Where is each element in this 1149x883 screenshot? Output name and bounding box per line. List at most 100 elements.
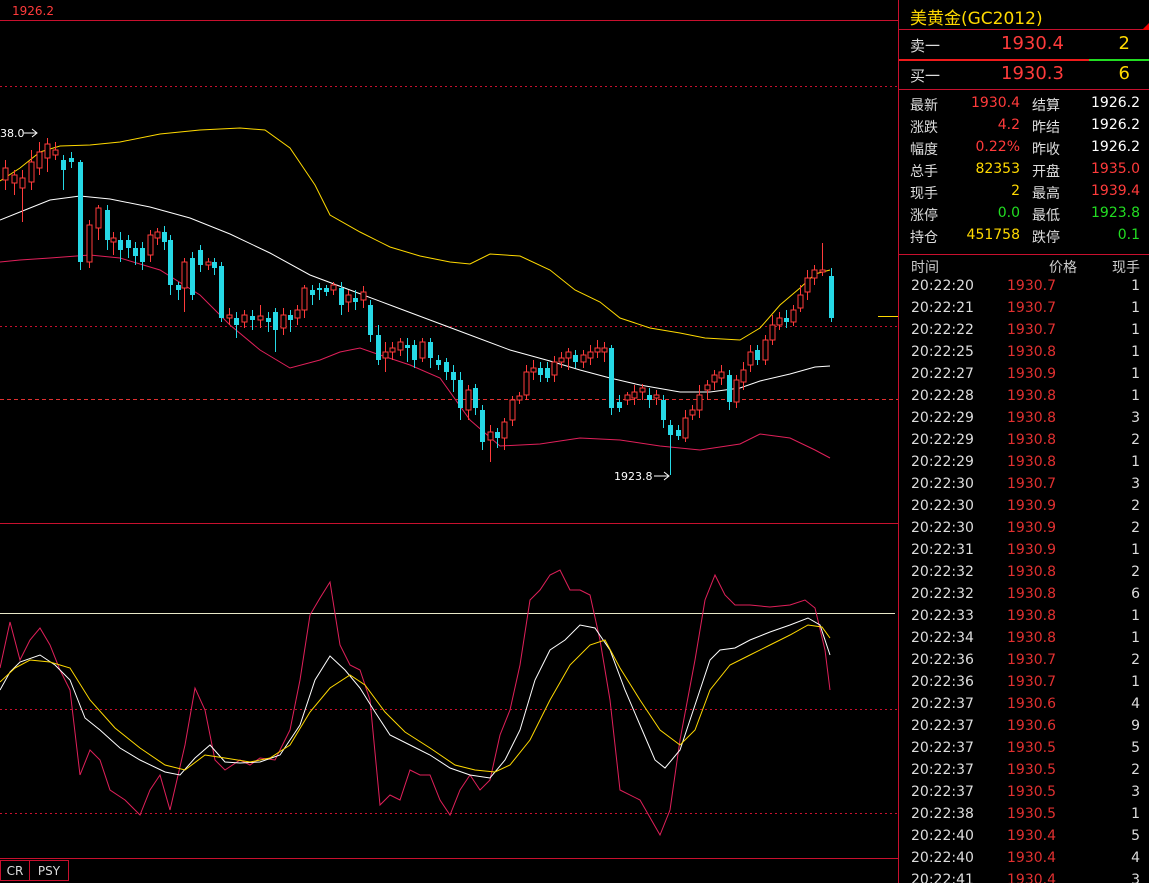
candle-body[interactable]: [458, 380, 463, 408]
candle-body[interactable]: [190, 258, 195, 295]
candle-body[interactable]: [118, 240, 123, 250]
candle-body[interactable]: [682, 417, 689, 439]
candle-body[interactable]: [147, 234, 154, 256]
candle-body[interactable]: [294, 309, 301, 319]
candle-body[interactable]: [28, 161, 35, 183]
candle-body[interactable]: [310, 290, 315, 295]
candle-body[interactable]: [105, 210, 110, 240]
candle-body[interactable]: [473, 388, 478, 408]
candle-body[interactable]: [397, 341, 404, 351]
candlestick-series[interactable]: [2, 138, 834, 475]
ask-row[interactable]: 卖一 1930.4 2: [899, 30, 1149, 59]
candle-body[interactable]: [509, 399, 516, 421]
candle-body[interactable]: [36, 151, 43, 169]
candle-body[interactable]: [804, 277, 811, 293]
candle-body[interactable]: [668, 425, 673, 435]
candle-body[interactable]: [52, 149, 59, 156]
candle-body[interactable]: [516, 395, 523, 401]
candle-body[interactable]: [451, 372, 456, 380]
candle-body[interactable]: [241, 314, 248, 323]
candle-body[interactable]: [382, 351, 389, 359]
candle-body[interactable]: [405, 345, 410, 348]
candle-body[interactable]: [545, 368, 550, 378]
candle-body[interactable]: [487, 431, 494, 441]
candle-body[interactable]: [558, 357, 565, 363]
tick-row[interactable]: 20:22:25 1930.8 1: [899, 342, 1149, 364]
candle-body[interactable]: [829, 276, 834, 318]
candle-body[interactable]: [2, 167, 9, 181]
candle-body[interactable]: [819, 269, 826, 273]
candle-body[interactable]: [573, 355, 578, 362]
candle-body[interactable]: [419, 341, 426, 359]
candle-body[interactable]: [436, 360, 441, 365]
candle-body[interactable]: [601, 347, 608, 353]
candle-body[interactable]: [689, 409, 696, 416]
candle-body[interactable]: [676, 430, 681, 436]
candle-body[interactable]: [330, 284, 337, 291]
candle-body[interactable]: [538, 368, 543, 375]
candle-body[interactable]: [257, 315, 264, 321]
tick-row[interactable]: 20:22:37 1930.5 3: [899, 782, 1149, 804]
candle-body[interactable]: [747, 351, 754, 366]
candle-body[interactable]: [317, 288, 322, 290]
tick-row[interactable]: 20:22:37 1930.6 4: [899, 694, 1149, 716]
candle-body[interactable]: [288, 315, 293, 320]
tick-row[interactable]: 20:22:34 1930.8 1: [899, 628, 1149, 650]
candle-body[interactable]: [495, 432, 500, 438]
candle-body[interactable]: [19, 177, 26, 189]
tick-row[interactable]: 20:22:28 1930.8 1: [899, 386, 1149, 408]
tick-row[interactable]: 20:22:29 1930.8 1: [899, 452, 1149, 474]
candle-body[interactable]: [95, 207, 102, 229]
candle-body[interactable]: [234, 318, 239, 325]
tick-row[interactable]: 20:22:40 1930.4 4: [899, 848, 1149, 870]
candle-body[interactable]: [44, 143, 51, 159]
candle-body[interactable]: [733, 379, 740, 403]
candle-body[interactable]: [266, 318, 271, 322]
candle-body[interactable]: [140, 248, 145, 262]
candle-body[interactable]: [444, 362, 449, 372]
candle-body[interactable]: [110, 237, 117, 243]
candle-body[interactable]: [61, 160, 66, 170]
tick-row[interactable]: 20:22:32 1930.8 2: [899, 562, 1149, 584]
candle-body[interactable]: [86, 224, 93, 263]
tick-row[interactable]: 20:22:20 1930.7 1: [899, 276, 1149, 298]
candle-body[interactable]: [631, 391, 638, 399]
candle-body[interactable]: [133, 248, 138, 256]
bid-row[interactable]: 买一 1930.3 6: [899, 60, 1149, 89]
candle-body[interactable]: [769, 324, 776, 341]
tick-row[interactable]: 20:22:37 1930.6 9: [899, 716, 1149, 738]
candle-body[interactable]: [740, 369, 747, 383]
tick-row[interactable]: 20:22:32 1930.8 6: [899, 584, 1149, 606]
candle-body[interactable]: [594, 347, 601, 353]
candle-body[interactable]: [198, 250, 203, 265]
candle-body[interactable]: [324, 288, 329, 292]
candle-body[interactable]: [205, 261, 212, 266]
tick-row[interactable]: 20:22:29 1930.8 2: [899, 430, 1149, 452]
tick-row[interactable]: 20:22:30 1930.7 3: [899, 474, 1149, 496]
candle-body[interactable]: [412, 345, 417, 360]
tick-row[interactable]: 20:22:37 1930.5 5: [899, 738, 1149, 760]
candle-body[interactable]: [580, 354, 587, 363]
tick-row[interactable]: 20:22:30 1930.9 2: [899, 496, 1149, 518]
candle-body[interactable]: [168, 240, 173, 285]
tab-cr[interactable]: CR: [0, 860, 30, 881]
candle-body[interactable]: [11, 174, 18, 184]
tab-psy[interactable]: PSY: [29, 860, 69, 881]
candle-body[interactable]: [776, 317, 783, 326]
tick-row[interactable]: 20:22:37 1930.5 2: [899, 760, 1149, 782]
tick-row[interactable]: 20:22:38 1930.5 1: [899, 804, 1149, 826]
candle-body[interactable]: [565, 351, 572, 359]
candle-body[interactable]: [790, 309, 797, 323]
candle-body[interactable]: [154, 231, 161, 239]
tick-row[interactable]: 20:22:29 1930.8 3: [899, 408, 1149, 430]
candle-body[interactable]: [797, 294, 804, 309]
tick-row[interactable]: 20:22:40 1930.4 5: [899, 826, 1149, 848]
candle-body[interactable]: [530, 367, 537, 373]
candle-body[interactable]: [647, 395, 652, 400]
candle-body[interactable]: [480, 410, 485, 442]
candle-body[interactable]: [523, 371, 530, 396]
candle-body[interactable]: [353, 298, 358, 302]
candle-body[interactable]: [389, 347, 396, 353]
candle-body[interactable]: [273, 312, 278, 330]
tick-row[interactable]: 20:22:30 1930.9 2: [899, 518, 1149, 540]
